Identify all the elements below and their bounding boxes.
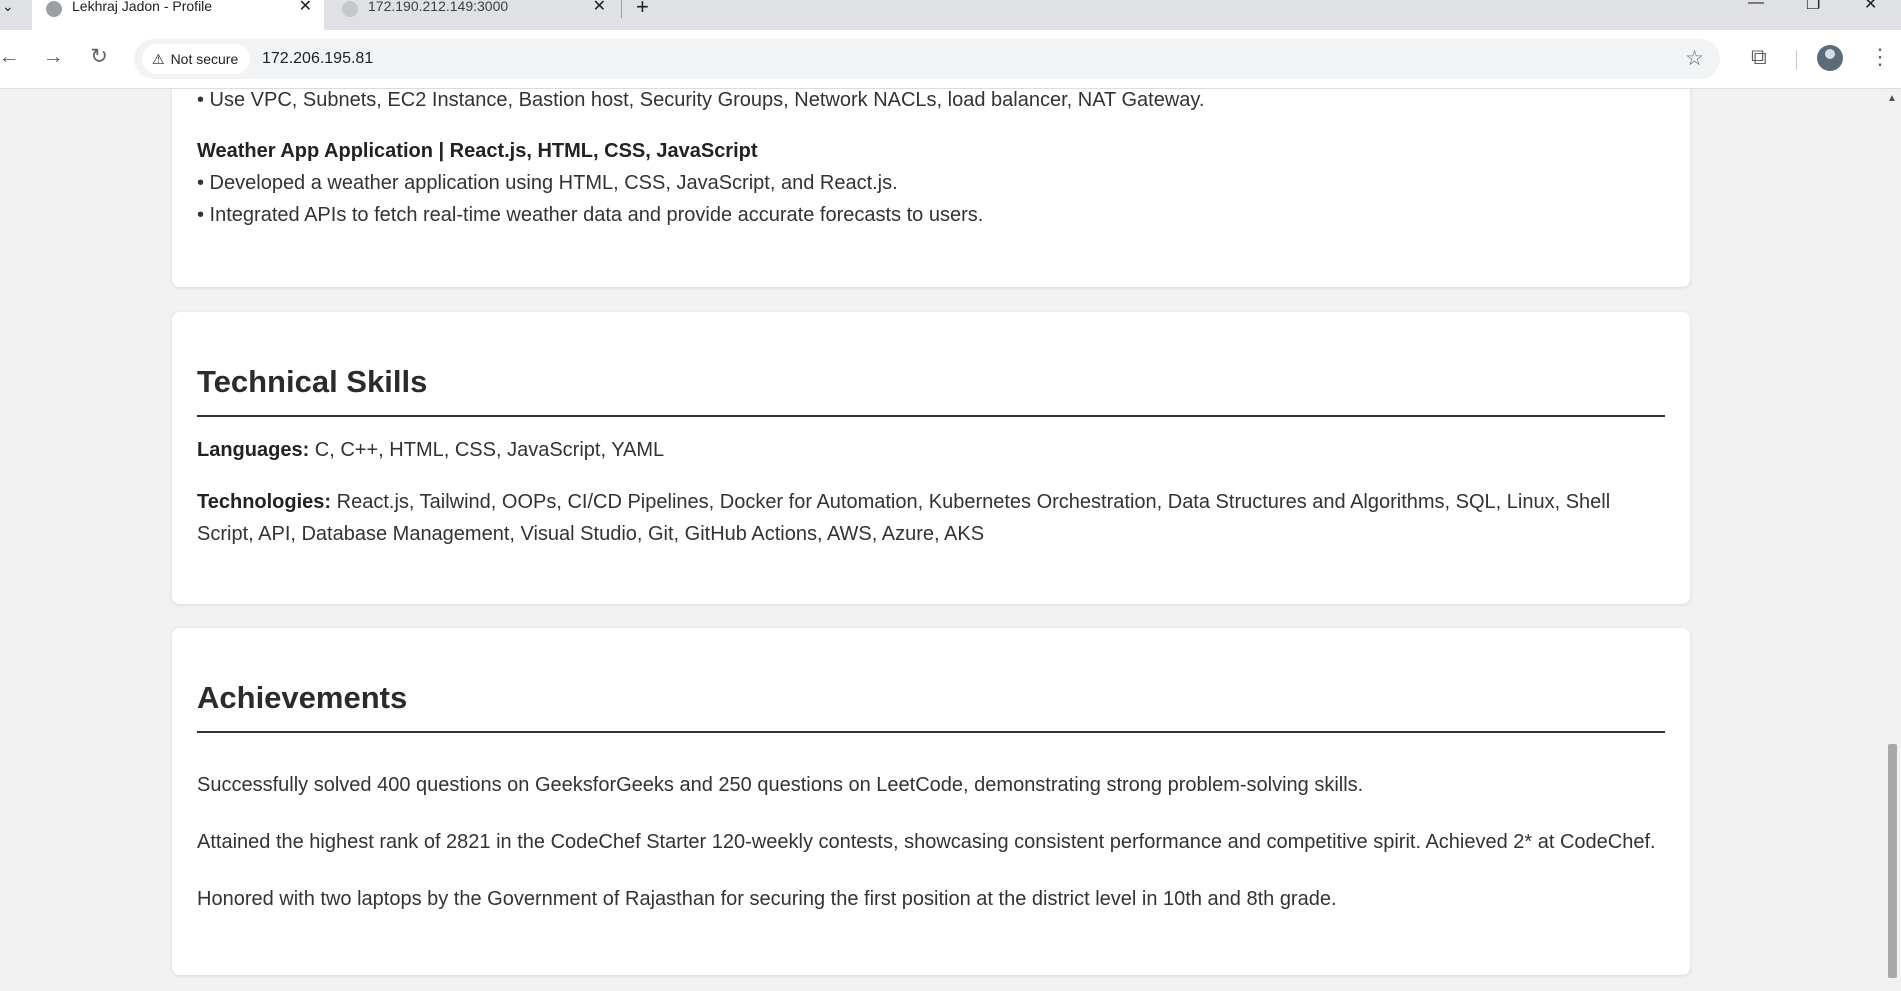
menu-kebab-icon[interactable]: ⋮	[1869, 44, 1891, 70]
security-chip[interactable]: ⚠ Not secure	[142, 44, 251, 74]
section-divider	[197, 731, 1665, 733]
skills-card: Technical Skills Languages: C, C++, HTML…	[172, 312, 1690, 604]
tab-search-chevron-icon[interactable]: ⌄	[2, 0, 14, 15]
page-viewport: • Use VPC, Subnets, EC2 Instance, Bastio…	[0, 89, 1883, 991]
section-title: Technical Skills	[197, 364, 428, 399]
technologies-value: React.js, Tailwind, OOPs, CI/CD Pipeline…	[197, 491, 1611, 545]
window-close-icon[interactable]: ✕	[1864, 0, 1877, 14]
languages-row: Languages: C, C++, HTML, CSS, JavaScript…	[197, 434, 1665, 466]
extensions-puzzle-icon[interactable]: ⧉	[1751, 44, 1767, 70]
technologies-row: Technologies: React.js, Tailwind, OOPs, …	[197, 486, 1665, 550]
toolbar-separator	[1796, 50, 1797, 70]
tab-title: 172.190.212.149:3000	[368, 0, 509, 14]
security-label: Not secure	[170, 51, 239, 67]
bookmark-star-icon[interactable]: ☆	[1685, 46, 1704, 71]
close-tab-icon[interactable]: ✕	[593, 0, 606, 16]
languages-value: C, C++, HTML, CSS, JavaScript, YAML	[309, 439, 665, 461]
new-tab-icon[interactable]: +	[636, 0, 649, 20]
warning-triangle-icon: ⚠	[152, 50, 165, 67]
achievement-item: Successfully solved 400 questions on Gee…	[197, 774, 1364, 796]
achievements-card: Achievements Successfully solved 400 que…	[172, 628, 1690, 975]
achievement-item: Attained the highest rank of 2821 in the…	[197, 831, 1656, 853]
scrollbar-thumb[interactable]	[1888, 744, 1897, 978]
achievement-item: Honored with two laptops by the Governme…	[197, 888, 1337, 910]
section-title: Achievements	[197, 680, 408, 715]
project-bullet: • Developed a weather application using …	[197, 172, 898, 194]
address-bar[interactable]: ⚠ Not secure 172.206.195.81 ☆	[134, 39, 1720, 79]
reload-icon[interactable]: ↻	[84, 42, 114, 72]
tab-separator	[621, 0, 622, 18]
minimize-icon[interactable]: —	[1748, 0, 1764, 12]
tab-strip: ⌄ Lekhraj Jadon - Profile ✕ 172.190.212.…	[0, 0, 1901, 30]
scroll-up-arrow-icon[interactable]: ▲	[1887, 93, 1897, 104]
vertical-scrollbar[interactable]: ▲	[1883, 89, 1901, 991]
project-bullet: • Use VPC, Subnets, EC2 Instance, Bastio…	[197, 89, 1205, 111]
close-tab-icon[interactable]: ✕	[299, 0, 312, 16]
technologies-label: Technologies:	[197, 491, 332, 513]
globe-favicon-icon	[46, 1, 62, 17]
browser-toolbar: ← → ↻ ⚠ Not secure 172.206.195.81 ☆ ⧉ ⋮	[0, 30, 1901, 89]
forward-arrow-icon[interactable]: →	[38, 42, 68, 72]
tab-profile[interactable]: Lekhraj Jadon - Profile ✕	[32, 0, 324, 30]
back-arrow-icon[interactable]: ←	[0, 42, 24, 72]
tab-app[interactable]: 172.190.212.149:3000 ✕	[328, 0, 618, 30]
project-bullet: • Integrated APIs to fetch real-time wea…	[197, 204, 984, 226]
languages-label: Languages:	[197, 439, 310, 461]
url-text[interactable]: 172.206.195.81	[262, 50, 373, 68]
globe-favicon-icon	[342, 1, 358, 17]
restore-icon[interactable]: ❐	[1806, 0, 1820, 14]
profile-avatar[interactable]	[1817, 45, 1843, 71]
section-divider	[197, 415, 1665, 417]
projects-card: • Use VPC, Subnets, EC2 Instance, Bastio…	[172, 89, 1690, 287]
tab-title: Lekhraj Jadon - Profile	[72, 0, 213, 14]
project-title: Weather App Application | React.js, HTML…	[197, 140, 758, 162]
